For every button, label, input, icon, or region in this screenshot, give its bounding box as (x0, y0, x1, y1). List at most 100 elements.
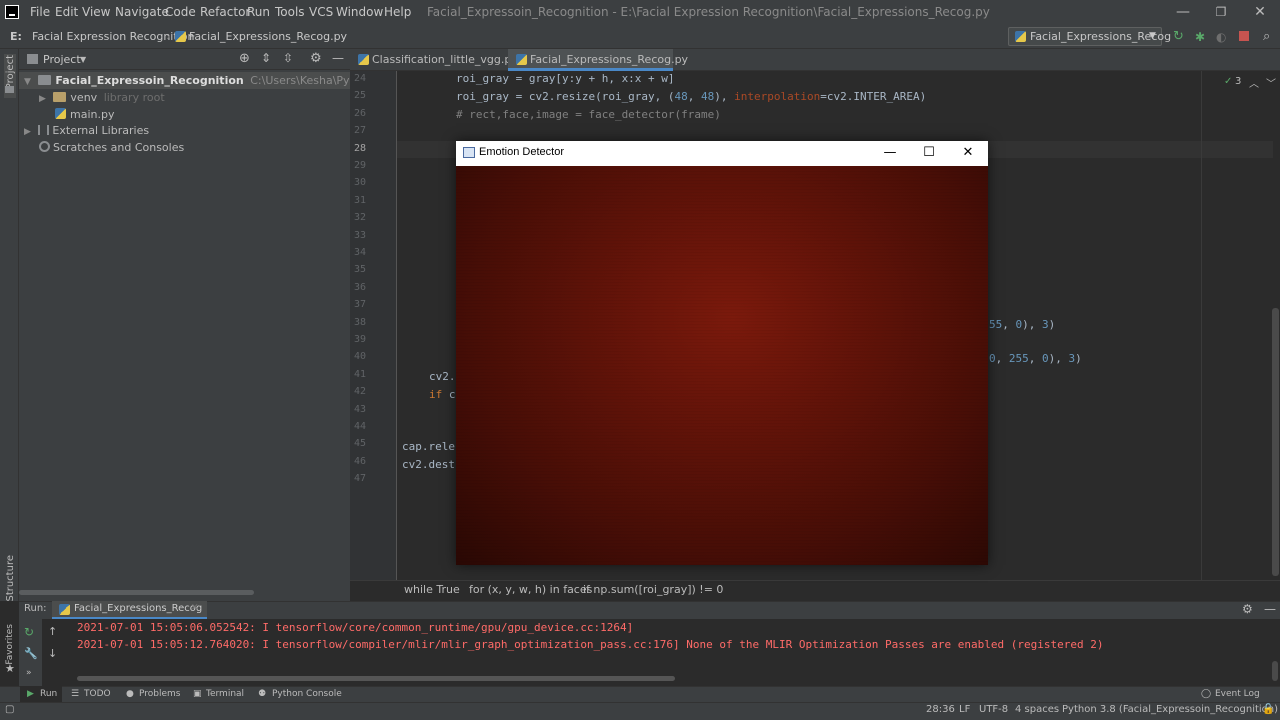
breadcrumb-drive[interactable]: E: (10, 30, 22, 43)
menu-run[interactable]: Run (247, 5, 270, 19)
window-maximize-icon[interactable]: ☐ (910, 142, 948, 164)
editor-vscrollbar[interactable] (1272, 308, 1279, 576)
toggle-tool-windows-icon[interactable]: ▢ (5, 704, 14, 715)
project-folder-icon (27, 54, 38, 64)
hide-panel-icon[interactable]: — (1264, 602, 1276, 616)
collapse-all-icon[interactable]: ⇳ (283, 51, 293, 65)
menu-tools[interactable]: Tools (275, 5, 305, 19)
line-number: 28 (353, 142, 366, 154)
code-line-26: # rect,face,image = face_detector(frame) (456, 108, 721, 121)
tool-tab-python-console[interactable]: Python Console (272, 686, 342, 702)
line-number: 40 (353, 351, 366, 363)
restore-icon[interactable]: ❐ (1206, 2, 1236, 22)
line-number: 42 (353, 386, 366, 398)
terminal-icon: ▣ (193, 689, 202, 699)
console-vscrollbar[interactable] (1272, 661, 1278, 681)
gear-icon[interactable]: ⚙ (310, 51, 322, 66)
crumb-if[interactable]: if np.sum([roi_gray]) != 0 (583, 583, 723, 596)
console-hscrollbar[interactable] (77, 676, 675, 681)
line-number: 32 (353, 212, 366, 224)
code-token: 48 (701, 90, 715, 103)
tree-item-main[interactable]: main.py (55, 106, 114, 123)
file-encoding[interactable]: UTF-8 (979, 704, 1008, 715)
menu-window[interactable]: Window (336, 5, 383, 19)
debug-icon[interactable]: ✱ (1195, 30, 1209, 44)
line-number: 45 (353, 438, 366, 450)
tool-tab-run-label: Run (40, 689, 58, 699)
chevron-up-icon[interactable]: ︿ (1249, 75, 1259, 90)
caret-position[interactable]: 28:36 (926, 704, 955, 715)
crumb-for[interactable]: for (x, y, w, h) in faces (469, 583, 592, 596)
tool-tab-todo[interactable]: TODO (84, 686, 111, 702)
menu-file[interactable]: File (30, 5, 50, 19)
menu-vcs[interactable]: VCS (309, 5, 333, 19)
left-tool-stripe (0, 49, 19, 601)
python-file-icon (1015, 31, 1026, 42)
line-number: 33 (353, 229, 366, 241)
favorites-tool-label[interactable]: Favorites (5, 624, 15, 665)
menu-edit[interactable]: Edit (55, 5, 78, 19)
tool-tab-terminal[interactable]: Terminal (206, 686, 244, 702)
code-line-42: if c (429, 388, 456, 401)
wrench-icon[interactable]: 🔧 (24, 647, 38, 660)
line-number: 34 (353, 247, 366, 258)
window-minimize-icon[interactable]: — (871, 142, 909, 164)
python-interpreter[interactable]: Python 3.8 (Facial_Expressoin_Recognitio… (1062, 704, 1278, 715)
rerun-icon[interactable]: ↻ (24, 625, 34, 639)
tree-item-scratches[interactable]: Scratches and Consoles (39, 139, 184, 156)
menu-view[interactable]: View (82, 5, 110, 19)
tab-classification-little-vgg[interactable]: Classification_little_vgg.py ✕ (350, 49, 518, 87)
window-close-icon[interactable]: ✕ (949, 142, 987, 164)
project-root-name: Facial_Expressoin_Recognition (55, 74, 244, 87)
project-hscrollbar[interactable] (19, 590, 254, 595)
breadcrumb-file[interactable]: Facial_Expressions_Recog.py (189, 30, 347, 43)
code-token: , (1002, 318, 1016, 331)
menu-help[interactable]: Help (384, 5, 411, 19)
tree-item-venv[interactable]: ▶ venv library root (39, 89, 165, 106)
more-icon[interactable]: » (26, 668, 32, 678)
inspection-count[interactable]: 3 (1235, 76, 1241, 87)
stop-icon[interactable] (1239, 31, 1249, 41)
crumb-while[interactable]: while True (404, 583, 460, 596)
chevron-down-icon[interactable]: ﹀ (1266, 75, 1276, 90)
close-icon[interactable]: ✕ (1245, 2, 1275, 22)
code-line-46: cv2.dest (402, 458, 455, 471)
tab-label: Facial_Expressions_Recog.py (530, 53, 689, 66)
hide-panel-icon[interactable]: — (332, 51, 344, 65)
code-token: ), (1022, 318, 1042, 331)
tool-tab-problems[interactable]: Problems (139, 686, 180, 702)
line-number: 35 (353, 264, 366, 276)
check-icon: ✓ (1224, 76, 1233, 87)
project-tool-label: Project (5, 55, 16, 90)
window-app-icon (463, 147, 475, 158)
lock-icon[interactable]: 🔓 (1262, 704, 1274, 715)
line-number: 36 (353, 281, 366, 293)
menu-navigate[interactable]: Navigate (115, 5, 169, 19)
event-log[interactable]: Event Log (1215, 686, 1260, 702)
chevron-down-icon[interactable]: ▼ (80, 55, 86, 64)
search-icon[interactable]: ⌕ (1263, 30, 1277, 44)
code-token: , (1028, 352, 1042, 365)
line-separator[interactable]: LF (959, 704, 970, 715)
arrow-up-icon[interactable]: ↑ (48, 625, 57, 638)
line-number: 26 (353, 107, 366, 119)
menu-refactor[interactable]: Refactor (200, 5, 250, 19)
locate-icon[interactable]: ⊕ (239, 51, 250, 66)
line-number: 39 (353, 334, 366, 345)
event-log-icon: ◯ (1201, 689, 1212, 699)
code-token: c (442, 388, 456, 401)
gear-icon[interactable]: ⚙ (1242, 602, 1253, 616)
expand-all-icon[interactable]: ⇕ (261, 51, 271, 65)
close-tab-icon[interactable]: ✕ (191, 603, 199, 613)
structure-tool-label[interactable]: Structure (5, 555, 16, 602)
tab-facial-expressions-recog[interactable]: Facial_Expressions_Recog.py ✕ (508, 49, 688, 87)
bottom-tool-tabs (0, 686, 1280, 702)
arrow-down-icon[interactable]: ↓ (48, 647, 57, 660)
tree-item-external-libraries[interactable]: ▶ External Libraries (24, 122, 149, 139)
minimize-icon[interactable]: — (1168, 2, 1198, 22)
project-panel-title[interactable]: Project (43, 53, 81, 66)
indent-setting[interactable]: 4 spaces (1015, 704, 1059, 715)
rerun-icon[interactable]: ↻ (1173, 30, 1187, 44)
menu-code[interactable]: Code (165, 5, 196, 19)
profile-icon[interactable]: ◐ (1216, 30, 1230, 44)
